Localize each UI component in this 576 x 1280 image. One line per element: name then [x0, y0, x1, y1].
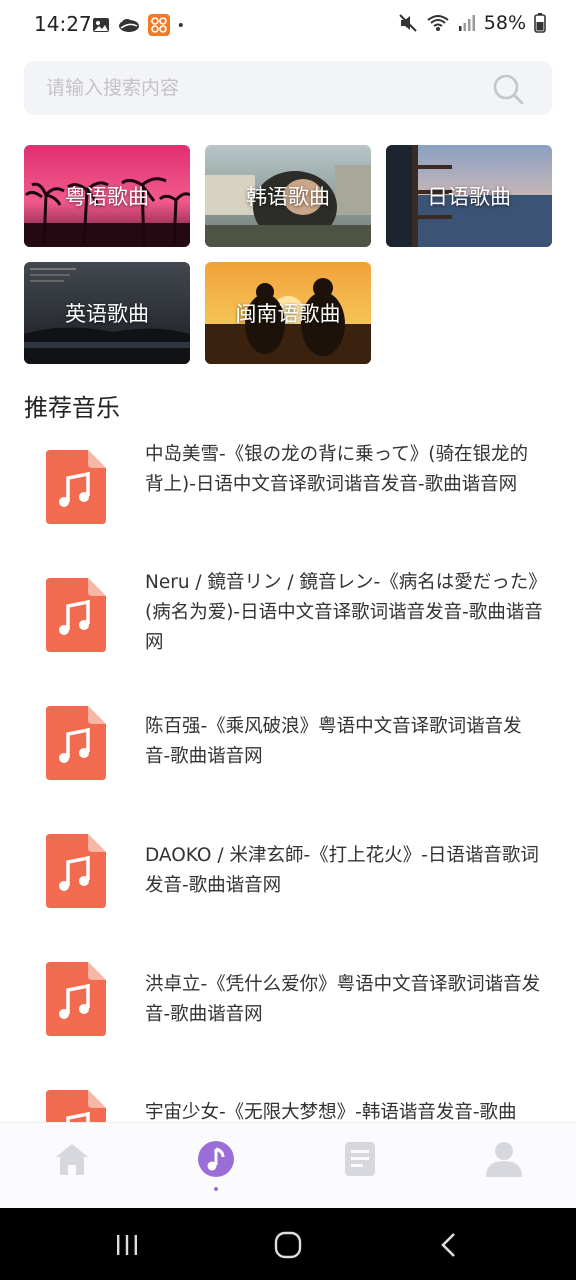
music-file-icon: [46, 450, 106, 524]
system-nav-bar: [0, 1208, 576, 1280]
song-title: 洪卓立-《凭什么爱你》粤语中文音译歌词谐音发音-歌曲谐音网: [145, 974, 541, 1025]
list-item[interactable]: 洪卓立-《凭什么爱你》粤语中文音译歌词谐音发音-歌曲谐音网: [24, 952, 552, 1062]
category-minnan[interactable]: 闽南语歌曲: [205, 262, 371, 364]
song-title: 中岛美雪-《银の龙の背に乗って》(骑在银龙的背上)-日语中文音译歌词谐音发音-歌…: [145, 444, 528, 495]
list-item[interactable]: DAOKO / 米津玄師-《打上花火》-日语谐音歌词发音-歌曲谐音网: [24, 824, 552, 934]
search-bar[interactable]: [24, 61, 552, 115]
dot-icon: [178, 23, 183, 27]
back-icon[interactable]: [434, 1230, 464, 1260]
category-cantonese[interactable]: 粤语歌曲: [24, 145, 190, 247]
list-item[interactable]: 宇宙少女-《无限大梦想》-韩语谐音发音-歌曲: [24, 1080, 552, 1122]
status-system-icons: 58%: [398, 12, 546, 34]
song-title: 陈百强-《乘风破浪》粤语中文音译歌词谐音发音-歌曲谐音网: [145, 716, 522, 767]
category-label: 英语歌曲: [65, 302, 149, 326]
category-label: 日语歌曲: [427, 185, 511, 209]
category-label: 韩语歌曲: [246, 185, 330, 209]
home-button-icon[interactable]: [273, 1230, 303, 1260]
battery-icon: [534, 13, 546, 33]
music-icon[interactable]: [196, 1139, 236, 1179]
list-item[interactable]: 陈百强-《乘风破浪》粤语中文音译歌词谐音发音-歌曲谐音网: [24, 696, 552, 806]
battery-percent: 58%: [483, 12, 526, 34]
app-icon: [148, 14, 170, 36]
mute-icon: [399, 14, 417, 32]
document-icon[interactable]: [340, 1139, 380, 1179]
recent-apps-icon[interactable]: [112, 1230, 142, 1260]
gallery-icon: [93, 18, 109, 32]
wifi-icon: [427, 15, 449, 31]
music-file-icon: [46, 706, 106, 780]
bottom-nav: [0, 1122, 576, 1208]
home-icon[interactable]: [52, 1139, 92, 1179]
category-korean[interactable]: 韩语歌曲: [205, 145, 371, 247]
music-file-icon: [46, 578, 106, 652]
user-icon[interactable]: [484, 1139, 524, 1179]
song-title: DAOKO / 米津玄師-《打上花火》-日语谐音歌词发音-歌曲谐音网: [145, 845, 539, 896]
status-bar: 14:27 58%: [0, 0, 576, 48]
section-title: 推荐音乐: [24, 394, 120, 422]
music-file-icon: [46, 1090, 106, 1122]
cloud-icon: [119, 19, 139, 32]
search-icon[interactable]: [492, 73, 524, 105]
list-item[interactable]: Neru / 鏡音リン / 鏡音レン-《病名は愛だった》(病名为爱)-日语中文音…: [24, 568, 552, 678]
search-input[interactable]: [46, 61, 486, 115]
status-notification-icons: [92, 14, 188, 36]
active-indicator: [214, 1187, 218, 1191]
category-label: 闽南语歌曲: [235, 302, 341, 326]
signal-icon: [458, 15, 475, 31]
music-file-icon: [46, 834, 106, 908]
status-time: 14:27: [34, 12, 92, 36]
category-label: 粤语歌曲: [65, 185, 149, 209]
song-title: 宇宙少女-《无限大梦想》-韩语谐音发音-歌曲: [145, 1102, 517, 1122]
category-japanese[interactable]: 日语歌曲: [386, 145, 552, 247]
category-english[interactable]: 英语歌曲: [24, 262, 190, 364]
song-title: Neru / 鏡音リン / 鏡音レン-《病名は愛だった》(病名为爱)-日语中文音…: [145, 572, 543, 653]
music-file-icon: [46, 962, 106, 1036]
list-item[interactable]: 中岛美雪-《银の龙の背に乗って》(骑在银龙的背上)-日语中文音译歌词谐音发音-歌…: [24, 440, 552, 550]
